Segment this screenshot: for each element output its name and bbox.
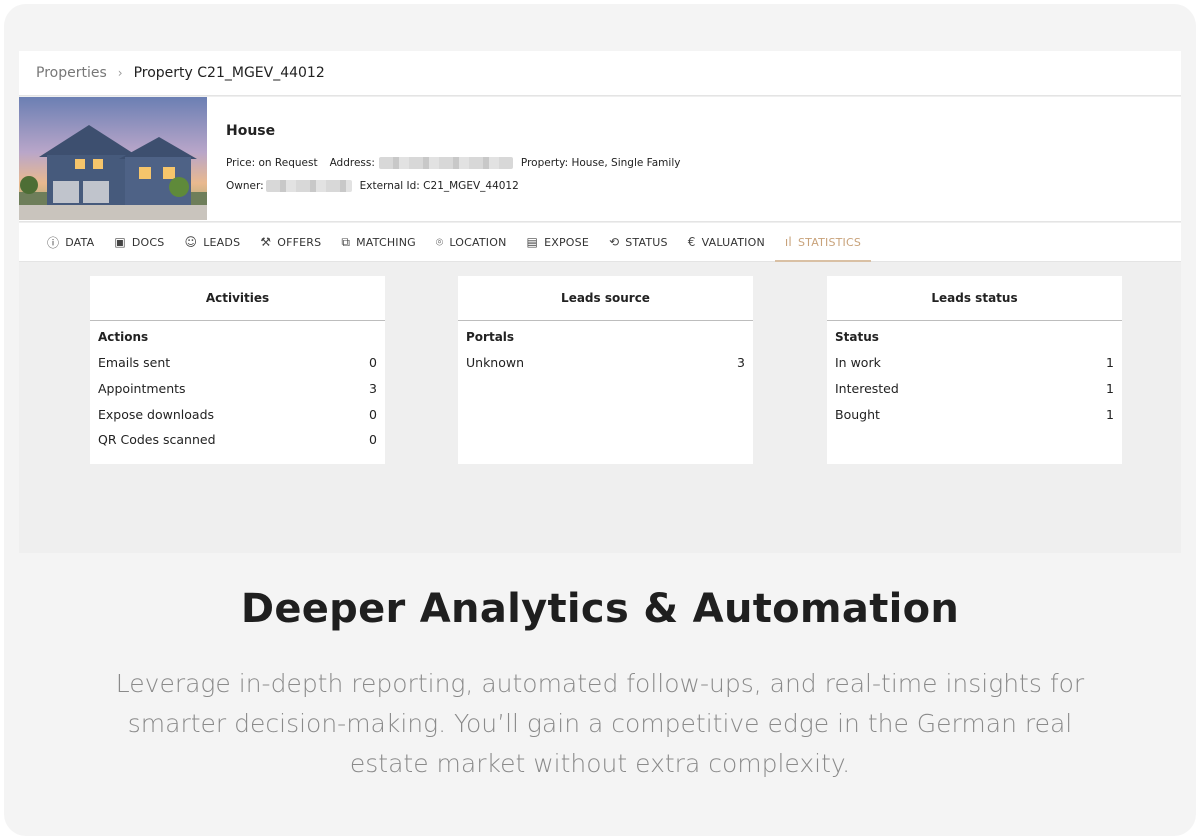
smiley-icon: ☺ bbox=[184, 235, 198, 249]
stat-row: Interested 1 bbox=[835, 381, 1114, 398]
stat-label: Appointments bbox=[98, 380, 186, 396]
property-header: House Price: on Request Address: Propert… bbox=[19, 97, 1181, 222]
stat-value: 1 bbox=[1106, 355, 1114, 370]
breadcrumb-current: Property C21_MGEV_44012 bbox=[133, 65, 325, 81]
stat-label: Interested bbox=[835, 380, 899, 396]
tab-offers[interactable]: ⚒ OFFERS bbox=[260, 223, 321, 262]
address-label: Address: bbox=[329, 157, 375, 169]
property-meta-line-1: Price: on Request Address: Property: Hou… bbox=[226, 157, 680, 169]
property-tabs: ⓘ DATA ▣ DOCS ☺ LEADS ⚒ OFFERS ⧉ MATCHIN… bbox=[19, 223, 1181, 262]
marketing-body: Leverage in-depth reporting, automated f… bbox=[115, 669, 1085, 778]
feature-card: Properties › Property C21_MGEV_44012 Hou… bbox=[4, 4, 1196, 836]
copy-icon: ⧉ bbox=[341, 234, 351, 249]
tab-label: STATUS bbox=[625, 235, 668, 249]
tab-docs[interactable]: ▣ DOCS bbox=[114, 223, 164, 262]
breadcrumb-properties-link[interactable]: Properties bbox=[36, 65, 107, 81]
activities-panel: Activities Actions Emails sent 0 Appoint… bbox=[90, 276, 385, 464]
stat-value: 0 bbox=[369, 355, 377, 370]
gavel-icon: ⚒ bbox=[260, 235, 272, 249]
location-pin-icon: ⌾ bbox=[435, 234, 444, 249]
stat-row: In work 1 bbox=[835, 355, 1114, 372]
section-label: Actions bbox=[98, 330, 149, 344]
stat-label: Emails sent bbox=[98, 355, 171, 370]
tab-label: STATISTICS bbox=[797, 235, 862, 249]
stat-row: Bought 1 bbox=[835, 407, 1114, 424]
tab-label: MATCHING bbox=[356, 235, 416, 249]
stat-row: Emails sent 0 bbox=[98, 355, 377, 372]
tab-label: VALUATION bbox=[701, 235, 765, 249]
owner-redacted bbox=[265, 180, 352, 192]
panel-title: Leads status bbox=[827, 276, 1122, 321]
leads-status-panel: Leads status Status In work 1 Interested… bbox=[827, 276, 1122, 464]
tab-leads[interactable]: ☺ LEADS bbox=[184, 223, 240, 262]
property-meta-line-2: Owner: External Id: C21_MGEV_44012 bbox=[226, 180, 519, 192]
stat-label: QR Codes scanned bbox=[98, 432, 216, 448]
tab-valuation[interactable]: € VALUATION bbox=[688, 223, 765, 262]
alert-circle-icon: ⓘ bbox=[47, 235, 60, 250]
tab-statistics[interactable]: ıl STATISTICS bbox=[774, 223, 872, 262]
stat-value: 0 bbox=[369, 432, 377, 448]
stat-value: 3 bbox=[369, 380, 377, 396]
owner-label: Owner: bbox=[226, 180, 264, 192]
breadcrumb: Properties › Property C21_MGEV_44012 bbox=[19, 51, 1181, 96]
stat-label: Unknown bbox=[466, 355, 525, 370]
tab-label: DATA bbox=[65, 235, 95, 249]
stat-row: QR Codes scanned 0 bbox=[98, 432, 377, 449]
property-title: House bbox=[226, 123, 276, 139]
stat-label: Bought bbox=[835, 406, 880, 422]
tab-location[interactable]: ⌾ LOCATION bbox=[436, 223, 507, 262]
property-type-text: Property: House, Single Family bbox=[520, 157, 681, 169]
tab-expose[interactable]: ▤ EXPOSE bbox=[527, 223, 589, 262]
stat-value: 3 bbox=[737, 355, 745, 370]
stat-value: 1 bbox=[1106, 380, 1114, 396]
bar-chart-icon: ıl bbox=[784, 235, 792, 249]
marketing-headline: Deeper Analytics & Automation bbox=[240, 586, 960, 632]
section-label: Status bbox=[835, 330, 879, 344]
stat-label: In work bbox=[835, 355, 881, 370]
tab-data[interactable]: ⓘ DATA bbox=[47, 223, 94, 262]
document-icon: ▣ bbox=[114, 235, 126, 249]
stat-row: Unknown 3 bbox=[466, 355, 745, 372]
tab-status[interactable]: ⟲ STATUS bbox=[609, 223, 668, 262]
print-doc-icon: ▤ bbox=[526, 235, 539, 249]
stat-label: Expose downloads bbox=[98, 406, 215, 422]
panel-title: Activities bbox=[90, 276, 385, 321]
panel-title: Leads source bbox=[458, 276, 753, 321]
stat-row: Expose downloads 0 bbox=[98, 407, 377, 424]
tab-label: EXPOSE bbox=[544, 235, 589, 249]
price-text: Price: on Request bbox=[226, 157, 318, 169]
stat-value: 0 bbox=[369, 406, 377, 422]
section-label: Portals bbox=[466, 330, 515, 344]
property-photo bbox=[19, 97, 207, 220]
address-redacted bbox=[378, 157, 513, 169]
stat-value: 1 bbox=[1106, 406, 1114, 422]
refresh-icon: ⟲ bbox=[608, 235, 620, 249]
app-screenshot: Properties › Property C21_MGEV_44012 Hou… bbox=[19, 51, 1181, 553]
leads-source-panel: Leads source Portals Unknown 3 bbox=[458, 276, 753, 464]
euro-icon: € bbox=[687, 235, 696, 249]
tab-label: LEADS bbox=[203, 235, 241, 249]
chevron-right-icon: › bbox=[117, 66, 123, 80]
tab-label: OFFERS bbox=[277, 235, 322, 249]
external-id-text: External Id: C21_MGEV_44012 bbox=[359, 180, 519, 192]
tab-label: LOCATION bbox=[449, 235, 507, 249]
stat-row: Appointments 3 bbox=[98, 381, 377, 398]
tab-label: DOCS bbox=[131, 235, 165, 249]
tab-matching[interactable]: ⧉ MATCHING bbox=[341, 223, 416, 262]
